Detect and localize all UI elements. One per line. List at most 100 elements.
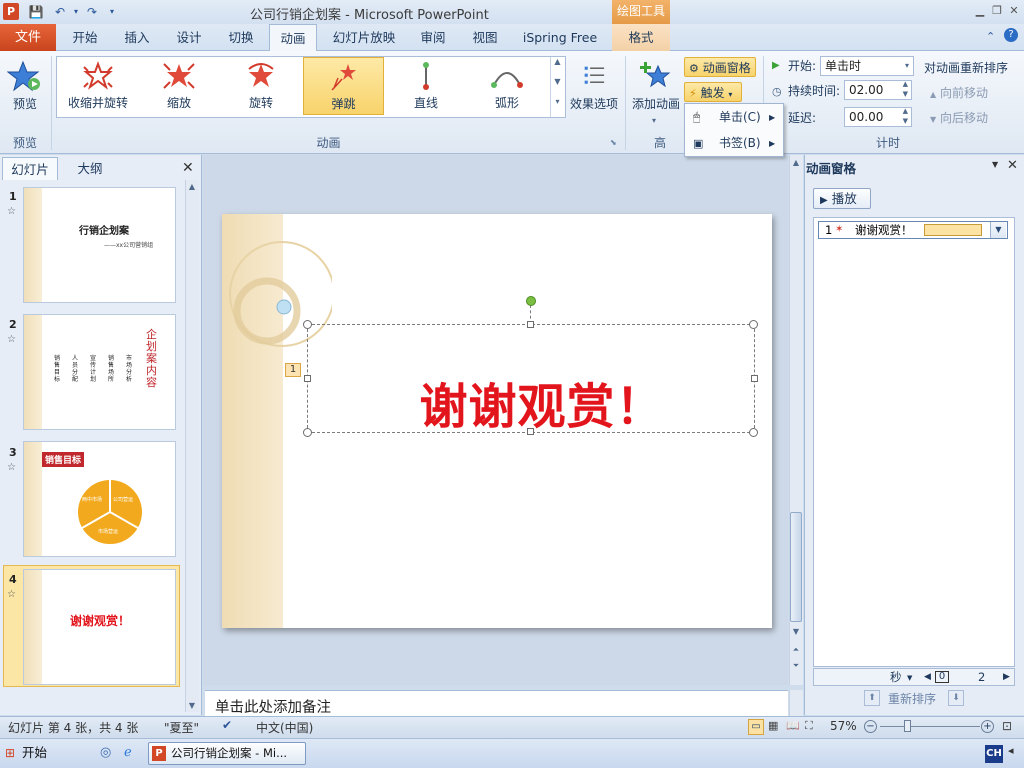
animation-shrink-turn[interactable]: 收缩并旋转 [59,57,137,115]
tab-view[interactable]: 视图 [462,24,508,51]
trigger-button[interactable]: ⚡ 触发 ▾ [684,82,742,102]
tab-insert[interactable]: 插入 [114,24,160,51]
seconds-dropdown-icon[interactable]: ▼ [907,670,912,686]
rotation-handle[interactable] [526,296,536,306]
undo-dropdown-icon[interactable]: ▾ [68,4,84,20]
collapse-ribbon-icon[interactable]: ⌃ [986,30,995,43]
taskbar-powerpoint-window[interactable]: P 公司行销企划案 - Mi... [148,742,306,765]
reorder-down-icon[interactable]: ⬇ [948,690,964,706]
start-button[interactable]: ⊞ 开始 [2,741,50,765]
animation-bounce[interactable]: 弹跳 [303,57,384,115]
zoom-in-icon[interactable]: + [981,720,994,733]
animation-arc[interactable]: 弧形 [468,57,546,115]
quick-launch-icon[interactable]: ◎ [100,745,111,760]
resize-handle[interactable] [304,375,311,382]
tab-review[interactable]: 审阅 [410,24,456,51]
undo-icon[interactable]: ↶ [52,4,68,20]
scroll-down-icon[interactable]: ▼ [186,700,198,712]
input-method-indicator[interactable]: CH [985,745,1003,763]
restore-icon[interactable]: ❐ [990,4,1004,18]
animation-timeline-bar[interactable] [924,224,982,236]
menu-item-on-click[interactable]: 🖱 单击(C) ▶ [685,105,783,130]
tray-icon[interactable]: ◂ [1008,744,1014,757]
delay-input[interactable]: 00.00 ▲ ▼ [844,107,912,127]
zoom-out-icon[interactable]: − [864,720,877,733]
duration-spinner-icon[interactable]: ▲ ▼ [903,79,908,99]
close-panel-icon[interactable]: ✕ [182,160,194,176]
animation-item-dropdown-icon[interactable]: ▼ [990,222,1006,238]
language-status[interactable]: 中文(中国) [256,719,313,736]
add-animation-dropdown-icon[interactable]: ▾ [652,116,656,125]
resize-handle[interactable] [749,428,758,437]
tab-format[interactable]: 格式 [612,24,670,51]
tab-outline[interactable]: 大纲 [62,157,118,180]
close-icon[interactable]: ✕ [1007,4,1021,18]
dialog-launcher-icon[interactable]: ⬊ [610,138,617,147]
slide-sorter-icon[interactable]: ▦ [768,719,778,732]
slideshow-view-icon[interactable]: ⛶ [805,719,813,733]
animation-spin[interactable]: 旋转 [222,57,300,115]
notes-pane[interactable]: 单击此处添加备注 [205,690,788,716]
preview-button[interactable]: 预览 [4,56,46,116]
reorder-up-icon[interactable]: ⬆ [864,690,880,706]
minimize-icon[interactable]: ▁ [973,4,987,18]
save-icon[interactable]: 💾 [28,4,44,20]
normal-view-icon[interactable]: ▭ [748,719,764,735]
close-pane-icon[interactable]: ✕ [1007,158,1018,173]
tab-transitions[interactable]: 切换 [218,24,264,51]
next-slide-icon[interactable]: ⏷ [790,660,802,672]
scroll-thumb[interactable] [790,512,802,622]
timeline-scroll-right-icon[interactable]: ▶ [1003,669,1010,685]
zoom-slider-track[interactable] [880,726,980,727]
menu-item-bookmark[interactable]: ▣ 书签(B) ▶ [685,131,783,156]
resize-handle[interactable] [751,375,758,382]
move-earlier-button[interactable]: ▲ 向前移动 [930,83,988,103]
theme-name-status[interactable]: "夏至" [164,719,199,736]
tab-file[interactable]: 文件 [0,24,56,51]
powerpoint-app-icon[interactable]: P [3,3,19,20]
customize-quick-access-icon[interactable]: ▾ [104,4,120,20]
add-animation-button[interactable]: 添加动画 [630,56,682,116]
slide-thumbnail-1[interactable]: 行销企划案 ——xx公司营销组 [23,187,176,303]
delay-spinner-icon[interactable]: ▲ ▼ [903,106,908,126]
seconds-label[interactable]: 秒 [890,669,902,685]
animation-zoom[interactable]: 缩放 [140,57,218,115]
duration-input[interactable]: 02.00 ▲ ▼ [844,80,912,100]
resize-handle[interactable] [303,320,312,329]
redo-icon[interactable]: ↷ [84,4,100,20]
pane-options-icon[interactable]: ▼ [992,160,998,169]
previous-slide-icon[interactable]: ⏶ [790,644,802,656]
fit-to-window-icon[interactable]: ⊡ [1002,719,1012,733]
gallery-scroll-down-icon[interactable]: ▼ [550,77,564,97]
resize-handle[interactable] [303,428,312,437]
browser-icon[interactable]: ℯ [124,745,132,760]
resize-handle[interactable] [527,428,534,435]
timeline-scroll-left-icon[interactable]: ◀ [924,669,931,685]
start-select[interactable]: 单击时 ▾ [820,56,914,76]
animation-line[interactable]: 直线 [387,57,465,115]
scroll-up-icon[interactable]: ▲ [186,181,198,193]
tab-slides[interactable]: 幻灯片 [2,157,58,180]
notes-scrollbar[interactable] [789,690,803,716]
zoom-slider-thumb[interactable] [904,720,911,732]
thumbnail-scrollbar[interactable] [185,180,199,712]
scroll-up-icon[interactable]: ▲ [790,157,802,169]
gallery-more-icon[interactable]: ▾ [550,97,564,117]
tab-animations[interactable]: 动画 [269,24,317,52]
move-later-button[interactable]: ▼ 向后移动 [930,108,988,128]
slide-thumbnail-4[interactable]: 谢谢观赏！ [23,569,176,685]
resize-handle[interactable] [749,320,758,329]
animation-pane-button[interactable]: ⚙ 动画窗格 [684,57,756,77]
help-icon[interactable]: ? [1004,28,1018,42]
slide-thumbnail-3[interactable]: 销售目标 两中市场 公司营运 市场营运 [23,441,176,557]
tab-ispring[interactable]: iSpring Free [516,24,604,51]
play-button[interactable]: ▶ 播放 [813,188,871,209]
reading-view-icon[interactable]: 📖 [786,719,800,732]
tab-home[interactable]: 开始 [62,24,108,51]
zoom-level[interactable]: 57% [830,719,857,733]
slide-thumbnail-2[interactable]: 企划案内容 销售目标 人员分配 宣传计划 销售场所 市场分析 [23,314,176,430]
tab-slideshow[interactable]: 幻灯片放映 [326,24,402,51]
gallery-scroll-up-icon[interactable]: ▲ [550,57,564,77]
tab-design[interactable]: 设计 [166,24,212,51]
animation-order-tag[interactable]: 1 [285,363,301,377]
